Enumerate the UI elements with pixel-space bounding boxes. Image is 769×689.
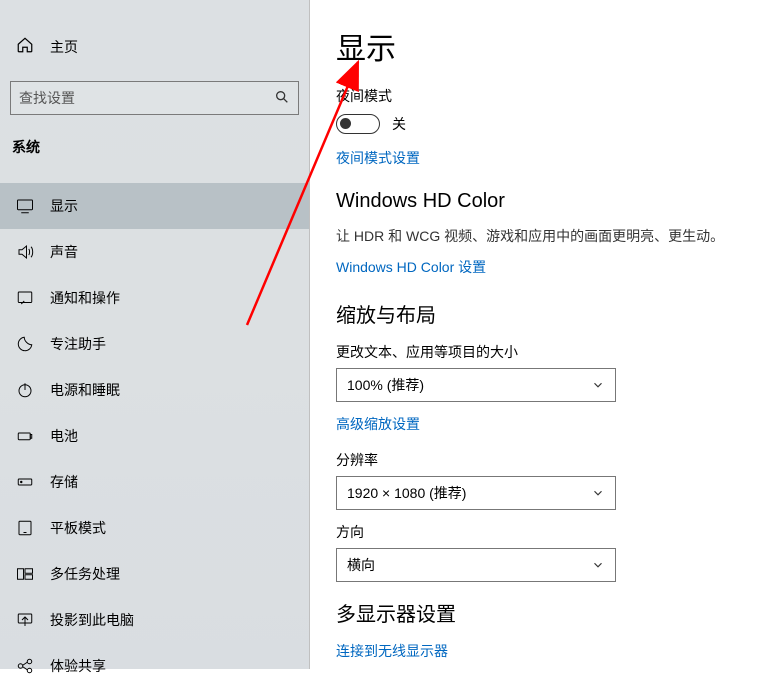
home-label: 主页 xyxy=(50,37,78,57)
tablet-icon xyxy=(16,519,34,537)
scale-select[interactable]: 100% (推荐) xyxy=(336,368,616,402)
chevron-down-icon xyxy=(591,558,605,572)
night-mode-toggle[interactable] xyxy=(336,114,380,134)
multi-display-title: 多显示器设置 xyxy=(336,598,743,627)
sidebar-item-power[interactable]: 电源和睡眠 xyxy=(0,367,309,413)
hd-color-desc: 让 HDR 和 WCG 视频、游戏和应用中的画面更明亮、更生动。 xyxy=(336,227,743,247)
sidebar-item-battery[interactable]: 电池 xyxy=(0,413,309,459)
sidebar-item-notifications[interactable]: 通知和操作 xyxy=(0,275,309,321)
sidebar-item-sound[interactable]: 声音 xyxy=(0,229,309,275)
scale-value: 100% (推荐) xyxy=(347,375,424,395)
notification-icon xyxy=(16,289,34,307)
night-mode-settings-link[interactable]: 夜间模式设置 xyxy=(336,148,420,168)
home-nav[interactable]: 主页 xyxy=(0,30,309,63)
sidebar-item-label: 电池 xyxy=(50,426,78,446)
resolution-value: 1920 × 1080 (推荐) xyxy=(347,483,466,503)
sidebar-item-label: 多任务处理 xyxy=(50,564,120,584)
focus-icon xyxy=(16,335,34,353)
category-label: 系统 xyxy=(0,133,309,161)
scale-label: 更改文本、应用等项目的大小 xyxy=(336,342,743,362)
sidebar-item-label: 通知和操作 xyxy=(50,288,120,308)
search-box[interactable] xyxy=(10,81,299,115)
display-icon xyxy=(16,197,34,215)
sidebar-item-label: 存储 xyxy=(50,472,78,492)
share-icon xyxy=(16,657,34,675)
sound-icon xyxy=(16,243,34,261)
sidebar-item-label: 电源和睡眠 xyxy=(50,380,120,400)
sidebar-item-project[interactable]: 投影到此电脑 xyxy=(0,597,309,643)
chevron-down-icon xyxy=(591,486,605,500)
search-input[interactable] xyxy=(19,90,274,106)
sidebar-item-display[interactable]: 显示 xyxy=(0,183,309,229)
resolution-select[interactable]: 1920 × 1080 (推荐) xyxy=(336,476,616,510)
orientation-value: 横向 xyxy=(347,555,375,575)
sidebar-item-tablet[interactable]: 平板模式 xyxy=(0,505,309,551)
content-area: 显示 夜间模式 关 夜间模式设置 Windows HD Color 让 HDR … xyxy=(310,0,769,669)
multitask-icon xyxy=(16,565,34,583)
hd-color-title: Windows HD Color xyxy=(336,190,743,213)
sidebar-item-label: 声音 xyxy=(50,242,78,262)
night-mode-state: 关 xyxy=(392,114,406,134)
sidebar-item-share[interactable]: 体验共享 xyxy=(0,643,309,689)
home-icon xyxy=(16,36,34,57)
power-icon xyxy=(16,381,34,399)
sidebar-item-multitask[interactable]: 多任务处理 xyxy=(0,551,309,597)
orientation-label: 方向 xyxy=(336,522,743,542)
sidebar-item-label: 投影到此电脑 xyxy=(50,610,134,630)
resolution-label: 分辨率 xyxy=(336,450,743,470)
wireless-display-link[interactable]: 连接到无线显示器 xyxy=(336,641,448,661)
advanced-scaling-link[interactable]: 高级缩放设置 xyxy=(336,414,420,434)
storage-icon xyxy=(16,473,34,491)
sidebar: 主页 系统 显示 声音 通知和操作 专注助手 电源和睡眠 xyxy=(0,0,310,669)
battery-icon xyxy=(16,427,34,445)
chevron-down-icon xyxy=(591,378,605,392)
page-title: 显示 xyxy=(336,24,743,68)
sidebar-item-storage[interactable]: 存储 xyxy=(0,459,309,505)
project-icon xyxy=(16,611,34,629)
sidebar-item-label: 显示 xyxy=(50,196,78,216)
night-mode-label: 夜间模式 xyxy=(336,86,743,106)
scaling-title: 缩放与布局 xyxy=(336,299,743,328)
search-icon xyxy=(274,89,290,108)
sidebar-item-label: 专注助手 xyxy=(50,334,106,354)
orientation-select[interactable]: 横向 xyxy=(336,548,616,582)
sidebar-item-focus[interactable]: 专注助手 xyxy=(0,321,309,367)
sidebar-item-label: 平板模式 xyxy=(50,518,106,538)
sidebar-item-label: 体验共享 xyxy=(50,656,106,676)
hd-color-link[interactable]: Windows HD Color 设置 xyxy=(336,257,486,277)
